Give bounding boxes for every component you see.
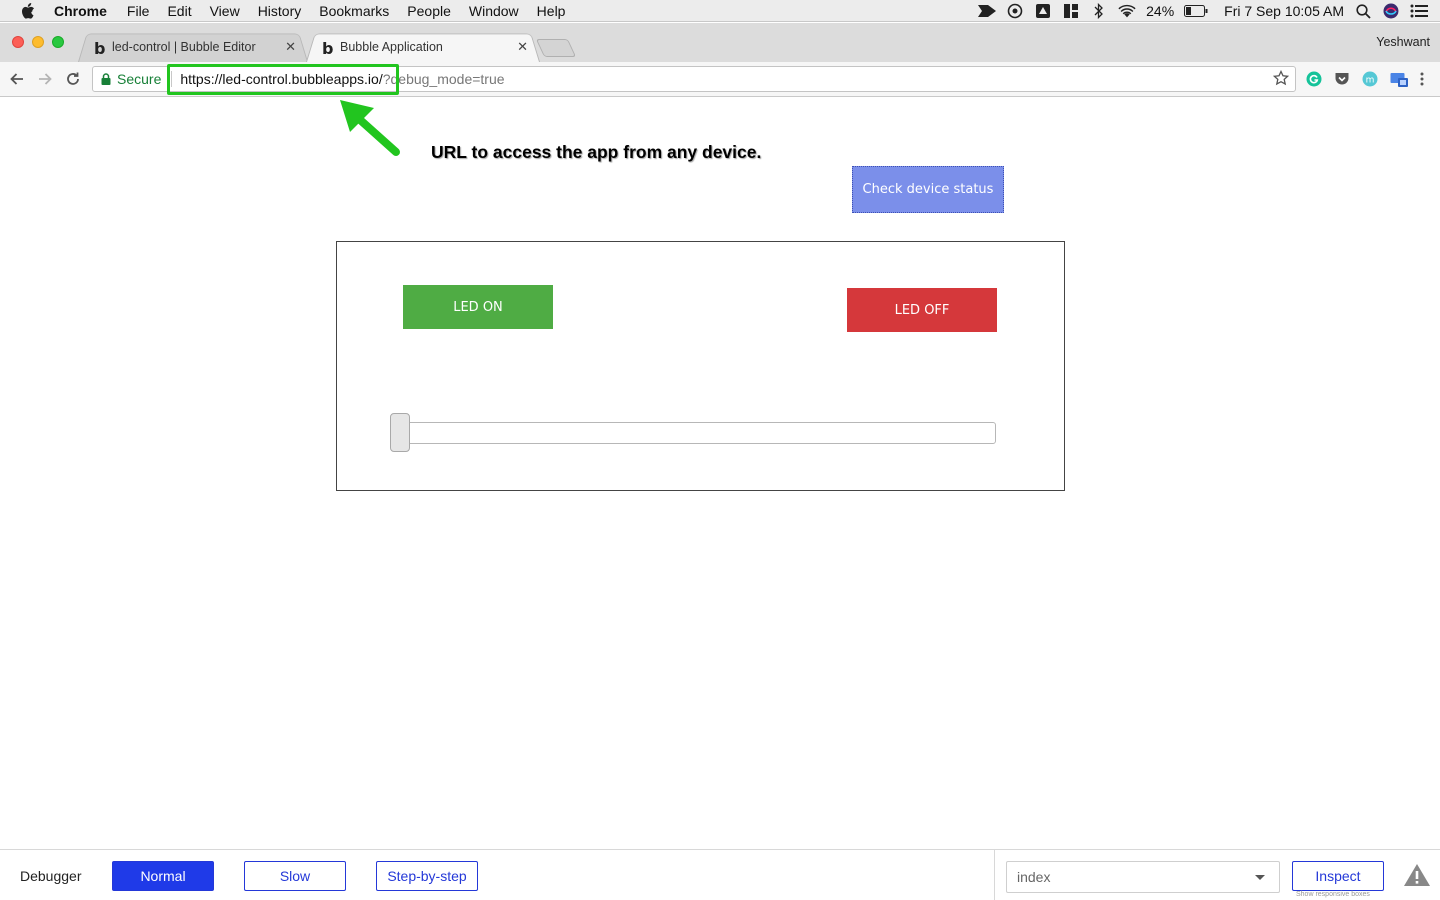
menu-view[interactable]: View [210, 3, 240, 19]
airmail-icon[interactable] [978, 3, 997, 19]
back-button[interactable] [6, 68, 28, 90]
bookmark-star-icon[interactable] [1272, 69, 1290, 89]
drive-icon[interactable] [1034, 3, 1052, 19]
page-select-dropdown[interactable]: index [1006, 861, 1280, 893]
tab-bubble-editor[interactable]: b led-control | Bubble Editor ✕ [78, 31, 308, 62]
menu-history[interactable]: History [258, 3, 302, 19]
notification-center-icon[interactable] [1410, 3, 1428, 19]
url-highlight-box [167, 64, 399, 95]
battery-percent: 24% [1146, 3, 1175, 19]
menu-help[interactable]: Help [537, 3, 566, 19]
spotlight-search-icon[interactable] [1354, 3, 1372, 19]
tab-strip: b led-control | Bubble Editor ✕ b Bubble… [0, 23, 1440, 62]
window-close-button[interactable] [12, 36, 24, 48]
menu-file[interactable]: File [127, 3, 150, 19]
window-minimize-button[interactable] [32, 36, 44, 48]
debug-normal-button[interactable]: Normal [112, 861, 214, 891]
forward-arrow-icon [39, 73, 52, 85]
debug-slow-button[interactable]: Slow [244, 861, 346, 891]
bubble-favicon-icon: b [322, 39, 334, 58]
annotation-caption: URL to access the app from any device. [431, 142, 762, 162]
brightness-slider-handle[interactable] [390, 413, 410, 452]
tab-close-icon[interactable]: ✕ [517, 39, 528, 55]
lock-icon[interactable] [101, 73, 111, 85]
led-on-button[interactable]: LED ON [403, 285, 553, 329]
macos-menu-bar: Chrome File Edit View History Bookmarks … [0, 0, 1440, 22]
wifi-icon[interactable] [1118, 3, 1136, 19]
bubble-favicon-icon: b [94, 39, 106, 58]
chrome-menu-icon[interactable] [1413, 70, 1431, 88]
brightness-slider-track[interactable] [391, 422, 996, 444]
show-responsive-boxes-link[interactable]: Show responsive boxes [1296, 891, 1370, 898]
grammarly-icon[interactable] [1305, 70, 1323, 88]
window-manager-icon[interactable] [1062, 3, 1080, 19]
debugger-divider [994, 850, 995, 900]
menu-edit[interactable]: Edit [167, 3, 191, 19]
forward-button[interactable] [34, 68, 56, 90]
annotation-arrow-icon [340, 100, 400, 156]
apple-icon[interactable] [18, 2, 38, 19]
svg-text:m: m [1366, 76, 1375, 86]
bluetooth-icon[interactable] [1090, 3, 1108, 19]
tab-bubble-application[interactable]: b Bubble Application ✕ [306, 31, 540, 62]
inspect-button[interactable]: Inspect [1292, 861, 1384, 891]
menu-bookmarks[interactable]: Bookmarks [319, 3, 389, 19]
led-off-button[interactable]: LED OFF [847, 288, 997, 332]
debugger-label: Debugger [20, 868, 82, 884]
menu-people[interactable]: People [407, 3, 451, 19]
sync-icon[interactable] [1006, 3, 1024, 19]
pocket-icon[interactable] [1333, 70, 1351, 88]
profile-name[interactable]: Yeshwant [1376, 35, 1430, 49]
chevron-down-icon [1255, 875, 1265, 880]
secure-label[interactable]: Secure [117, 71, 161, 87]
check-device-status-button[interactable]: Check device status [852, 166, 1004, 213]
url-query-text[interactable]: ?debug_mode=true [383, 71, 505, 87]
tab-title: Bubble Application [340, 39, 443, 54]
mixmax-icon[interactable]: m [1361, 70, 1379, 88]
back-arrow-icon [10, 73, 23, 85]
reload-button[interactable] [62, 68, 84, 90]
battery-icon[interactable] [1184, 3, 1208, 19]
page-select-value: index [1017, 869, 1051, 885]
menubar-clock[interactable]: Fri 7 Sep 10:05 AM [1224, 3, 1344, 19]
menu-app-chrome[interactable]: Chrome [54, 3, 107, 19]
menu-window[interactable]: Window [469, 3, 519, 19]
tab-title: led-control | Bubble Editor [112, 39, 256, 54]
tab-close-icon[interactable]: ✕ [285, 39, 296, 55]
debugger-bar: Debugger Normal Slow Step-by-step index … [0, 849, 1440, 900]
status-area: 24% Fri 7 Sep 10:05 AM [978, 0, 1428, 22]
reload-icon [67, 72, 79, 85]
siri-icon[interactable] [1382, 3, 1400, 19]
window-zoom-button[interactable] [52, 36, 64, 48]
warning-icon[interactable] [1403, 862, 1431, 888]
new-tab-button[interactable] [535, 39, 577, 57]
debug-step-by-step-button[interactable]: Step-by-step [376, 861, 478, 891]
led-control-group: LED ON LED OFF [336, 241, 1065, 491]
screencast-extension-icon[interactable] [1390, 70, 1408, 88]
